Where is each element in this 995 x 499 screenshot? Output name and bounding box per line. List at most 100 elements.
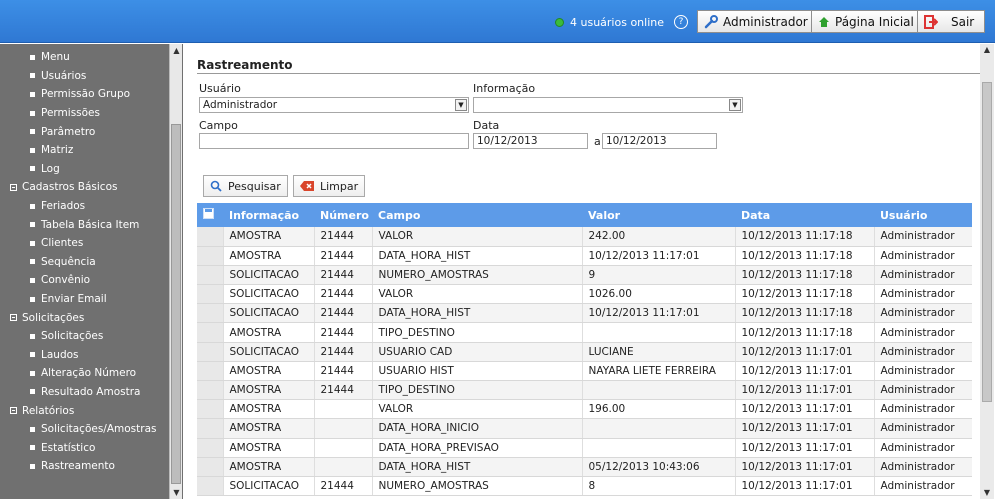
sidebar-item[interactable]: Permissões xyxy=(0,104,168,123)
sidebar-item[interactable]: Permissão Grupo xyxy=(0,85,168,104)
bullet-icon xyxy=(30,73,35,79)
sidebar-item-label: Clientes xyxy=(41,237,84,250)
row-selector[interactable] xyxy=(197,418,224,439)
table-cell: VALOR xyxy=(372,399,583,420)
date-from-input[interactable]: 10/12/2013 xyxy=(473,133,588,149)
table-row[interactable]: AMOSTRA 21444 USUARIO HIST NAYARA LIETE FER… xyxy=(197,361,972,382)
sidebar-item[interactable]: Matriz xyxy=(0,141,168,160)
col-valor[interactable]: Valor xyxy=(582,203,735,227)
sidebar-item[interactable]: Solicitações/Amostras xyxy=(0,420,168,439)
table-row[interactable]: SOLICITACAO 21444 DATA_HORA_HIST 10/12/2013… xyxy=(197,303,972,324)
clear-button[interactable]: Limpar xyxy=(293,175,366,197)
date-to-input[interactable]: 10/12/2013 xyxy=(602,133,717,149)
row-selector[interactable] xyxy=(197,303,224,324)
col-informacao[interactable]: Informação xyxy=(223,203,314,227)
row-selector[interactable] xyxy=(197,342,224,362)
table-row[interactable]: SOLICITACAO 21444 NUMERO_AMOSTRAS 9 10/12/20… xyxy=(197,265,972,286)
sidebar-item-label: Log xyxy=(41,162,60,175)
row-selector[interactable] xyxy=(197,284,224,305)
sidebar-group[interactable]: Cadastros Básicos xyxy=(0,178,168,197)
sidebar-item[interactable]: Menu xyxy=(0,48,168,67)
scroll-up-arrow-icon[interactable]: ▲ xyxy=(980,44,994,56)
online-users-text: 4 usuários online xyxy=(570,15,664,29)
col-data[interactable]: Data xyxy=(735,203,874,227)
sidebar-item[interactable]: Tabela Básica Item xyxy=(0,215,168,234)
row-selector[interactable] xyxy=(197,380,224,401)
table-cell: DATA_HORA_HIST xyxy=(372,303,583,324)
search-button[interactable]: Pesquisar xyxy=(203,175,288,197)
campo-input[interactable] xyxy=(199,133,469,149)
sidebar-item[interactable]: Convênio xyxy=(0,271,168,290)
table-cell: Administrador xyxy=(874,438,972,458)
informacao-select[interactable]: ▼ xyxy=(473,97,743,113)
table-row[interactable]: SOLICITACAO 21444 VALOR 1026.00 10/12/2013 1… xyxy=(197,284,972,305)
col-usuario[interactable]: Usuário xyxy=(874,203,972,227)
table-cell: 10/12/2013 11:17:01 xyxy=(735,457,875,477)
row-selector[interactable] xyxy=(197,438,224,458)
table-cell: 242.00 xyxy=(582,227,736,247)
sidebar-item[interactable]: Log xyxy=(0,160,168,179)
col-numero[interactable]: Número xyxy=(314,203,372,227)
table-cell: Administrador xyxy=(874,418,972,439)
sidebar-item[interactable]: Feriados xyxy=(0,197,168,216)
sidebar-item[interactable]: Alteração Número xyxy=(0,364,168,383)
main-scrollbar[interactable]: ▲ ▼ xyxy=(980,44,994,499)
sidebar-item[interactable]: Resultado Amostra xyxy=(0,383,168,402)
table-cell: 10/12/2013 11:17:01 xyxy=(735,418,875,439)
sidebar-item[interactable]: Usuários xyxy=(0,67,168,86)
row-selector[interactable] xyxy=(197,322,224,343)
table-cell: NAYARA LIETE FERREIRA xyxy=(582,361,736,382)
sidebar-item-label: Cadastros Básicos xyxy=(22,181,118,194)
table-row[interactable]: AMOSTRA 21444 TIPO_DESTINO 10/12/2013 11:17… xyxy=(197,322,972,343)
table-row[interactable]: AMOSTRA DATA_HORA_INICIO 10/12/2013 11:17:… xyxy=(197,418,972,439)
sidebar-item[interactable]: Laudos xyxy=(0,346,168,365)
sidebar-item[interactable]: Clientes xyxy=(0,234,168,253)
sidebar-item[interactable]: Solicitações xyxy=(0,327,168,346)
sidebar-item[interactable]: Rastreamento xyxy=(0,457,168,476)
row-selector[interactable] xyxy=(197,265,224,286)
sidebar-item[interactable]: Sequência xyxy=(0,253,168,272)
table-row[interactable]: AMOSTRA VALOR 196.00 10/12/2013 11:17:01 Adm… xyxy=(197,399,972,420)
table-cell: 196.00 xyxy=(582,399,736,420)
table-cell: AMOSTRA xyxy=(223,438,315,458)
table-row[interactable]: SOLICITACAO 21444 NUMERO_AMOSTRAS 8 10/12/20… xyxy=(197,476,972,497)
sidebar-scroll-thumb[interactable] xyxy=(171,124,181,484)
title-divider xyxy=(197,73,981,74)
row-selector[interactable] xyxy=(197,361,224,382)
row-selector[interactable] xyxy=(197,399,224,420)
table-row[interactable]: AMOSTRA 21444 VALOR 242.00 10/12/2013 11:17:… xyxy=(197,227,972,247)
sidebar-group[interactable]: Solicitações xyxy=(0,308,168,327)
scroll-up-arrow-icon[interactable]: ▲ xyxy=(170,44,183,57)
scroll-down-arrow-icon[interactable]: ▼ xyxy=(170,486,183,499)
sidebar-item[interactable]: Parâmetro xyxy=(0,122,168,141)
row-selector[interactable] xyxy=(197,246,224,266)
main-scroll-thumb[interactable] xyxy=(982,82,992,402)
table-cell: 21444 xyxy=(314,303,373,324)
sidebar-group[interactable]: Relatórios xyxy=(0,401,168,420)
table-row[interactable]: AMOSTRA 21444 DATA_HORA_HIST 10/12/2013 11:… xyxy=(197,246,972,266)
exit-button[interactable]: Sair xyxy=(917,10,985,33)
scroll-down-arrow-icon[interactable]: ▼ xyxy=(980,487,994,499)
sidebar-item[interactable]: Enviar Email xyxy=(0,290,168,309)
table-row[interactable]: AMOSTRA 21444 TIPO_DESTINO 10/12/2013 11:17… xyxy=(197,380,972,401)
table-row[interactable]: SOLICITACAO 21444 USUARIO CAD LUCIANE 10/12/… xyxy=(197,342,972,362)
row-selector[interactable] xyxy=(197,227,224,247)
home-button[interactable]: Página Inicial xyxy=(811,10,921,33)
data-label: Data xyxy=(473,119,500,132)
table-row[interactable]: AMOSTRA DATA_HORA_HIST 05/12/2013 10:43:06… xyxy=(197,457,972,477)
sidebar-item[interactable]: Estatístico xyxy=(0,438,168,457)
online-users-indicator: 4 usuários online ? xyxy=(555,15,688,29)
row-selector[interactable] xyxy=(197,476,224,497)
admin-button[interactable]: Administrador xyxy=(697,10,815,33)
col-campo[interactable]: Campo xyxy=(372,203,582,227)
main-content: Rastreamento Usuário Administrador ▼ Inf… xyxy=(183,44,995,499)
help-icon[interactable]: ? xyxy=(674,15,688,29)
select-all-header[interactable] xyxy=(197,203,223,227)
search-icon xyxy=(210,180,222,192)
sidebar-item-label: Feriados xyxy=(41,200,86,213)
sidebar-item-label: Sequência xyxy=(41,255,96,268)
row-selector[interactable] xyxy=(197,457,224,477)
usuario-select[interactable]: Administrador ▼ xyxy=(199,97,469,113)
sidebar-scrollbar[interactable]: ▲ ▼ xyxy=(169,44,182,499)
table-row[interactable]: AMOSTRA DATA_HORA_PREVISAO 10/12/2013 11:1… xyxy=(197,438,972,458)
